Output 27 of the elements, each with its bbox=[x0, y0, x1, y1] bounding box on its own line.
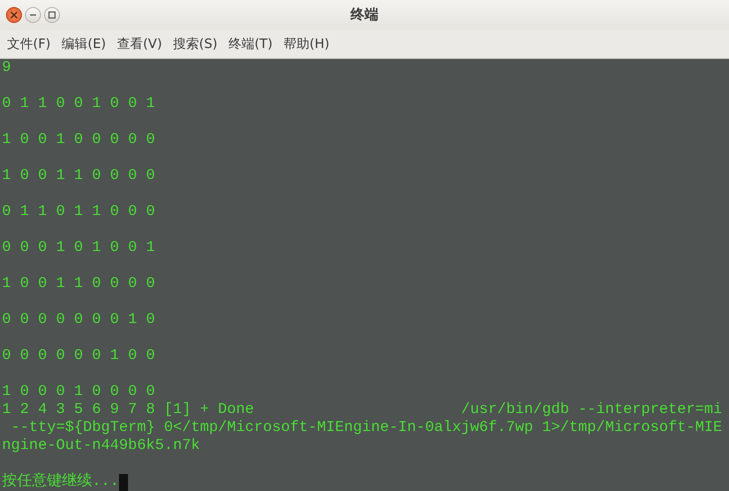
terminal-line: 0 0 0 0 0 0 1 0 0 bbox=[2, 347, 156, 365]
minimize-button[interactable] bbox=[25, 7, 41, 23]
terminal-line: 1 0 0 1 1 0 0 0 0 bbox=[2, 167, 156, 185]
menu-item[interactable]: 搜索(S) bbox=[173, 35, 218, 53]
terminal-line: 1 0 0 1 0 0 0 0 0 bbox=[2, 131, 156, 149]
window-title: 终端 bbox=[350, 6, 378, 24]
menu-item[interactable]: 帮助(H) bbox=[284, 35, 330, 53]
menu-item[interactable]: 编辑(E) bbox=[62, 35, 106, 53]
terminal-line: 9 bbox=[2, 59, 12, 77]
terminal-line: --tty=${DbgTerm} 0</tmp/Microsoft-MIEngine-In-0alxjw6f.7wp 1>/tmp/Microsoft-MIE bbox=[10, 419, 722, 437]
text-cursor bbox=[119, 474, 128, 490]
close-button[interactable] bbox=[6, 7, 22, 23]
close-icon bbox=[10, 11, 18, 19]
terminal-line: 0 0 0 1 0 1 0 0 1 bbox=[2, 239, 156, 257]
terminal-line: 按任意键继续... bbox=[2, 473, 120, 491]
terminal-line: 0 1 1 0 1 1 0 0 0 bbox=[2, 203, 156, 221]
terminal-line: 1 0 0 1 1 0 0 0 0 bbox=[2, 275, 156, 293]
menu-item[interactable]: 终端(T) bbox=[228, 35, 273, 53]
terminal-line: 1 2 4 3 5 6 9 7 8 [1] + Done /usr/bin/gdb --interpreter=mi bbox=[2, 401, 722, 419]
menu-item[interactable]: 查看(V) bbox=[116, 35, 162, 53]
terminal-line: 0 1 1 0 0 1 0 0 1 bbox=[2, 95, 156, 113]
terminal-line: 0 0 0 0 0 0 0 1 0 bbox=[2, 311, 156, 329]
terminal-line: 1 0 0 0 1 0 0 0 0 bbox=[2, 383, 156, 401]
maximize-button[interactable] bbox=[44, 7, 60, 23]
maximize-icon bbox=[48, 11, 56, 19]
terminal-line: ngine-Out-n449b6k5.n7k bbox=[2, 437, 200, 455]
menu-item[interactable]: 文件(F) bbox=[7, 35, 51, 53]
